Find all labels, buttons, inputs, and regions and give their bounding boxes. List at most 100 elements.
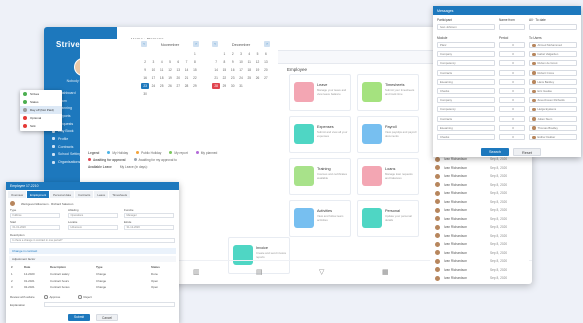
approve-radio[interactable]: Approve [44, 295, 60, 299]
calendar-day[interactable]: 8 [220, 59, 228, 65]
tile-timesheets[interactable]: Timesheets Submit your timesheets and tra… [357, 74, 419, 111]
module-select[interactable]: Checks [437, 88, 495, 94]
tile-training[interactable]: Training Courses and certificates availab… [289, 158, 351, 195]
tab-timesheets[interactable]: Timesheets [109, 191, 131, 198]
calendar-day[interactable]: 18 [245, 67, 253, 73]
calendar-day[interactable]: 21 [212, 75, 220, 81]
calendar-day[interactable]: 12 [253, 59, 261, 65]
calendar-day[interactable]: 7 [182, 59, 190, 65]
to-user-select[interactable]: Robert Cross [529, 69, 577, 76]
calendar-day[interactable]: 23 [229, 75, 237, 81]
calendar-day[interactable]: 27 [174, 83, 182, 89]
to-user-select[interactable]: Ahmed Mohammed [529, 42, 577, 48]
list-item[interactable]: Ivan Richardson Sep 8, 2020 [435, 198, 527, 206]
list-item[interactable]: Ivan Richardson Sep 8, 2020 [435, 223, 527, 231]
calendar-day[interactable]: 26 [253, 75, 261, 81]
to-user-select[interactable]: Eric Gaulse [529, 88, 577, 94]
module-select[interactable]: Competency [437, 106, 495, 113]
period-input[interactable]: 0 [499, 51, 525, 58]
sidebar-item-contracts[interactable]: Contracts [52, 143, 83, 151]
calendar-icon[interactable]: ▦ [382, 268, 389, 276]
tab-leave[interactable]: Leave [94, 191, 109, 198]
tile-activities[interactable]: Activities View and follow team activitie… [289, 200, 351, 237]
calendar-day[interactable]: 9 [141, 67, 149, 73]
calendar-day[interactable]: 28 [182, 83, 190, 89]
module-select[interactable]: ELearning [437, 78, 495, 85]
field-input[interactable]: Operations [68, 213, 118, 218]
list-item[interactable]: Ivan Richardson Sep 8, 2020 [435, 189, 527, 197]
name-from-input[interactable] [499, 24, 525, 30]
calendar-day[interactable]: 25 [245, 75, 253, 81]
status-option[interactable]: Sick [20, 122, 62, 130]
submit-button[interactable]: Submit [68, 314, 90, 321]
module-select[interactable]: Checks [437, 134, 495, 140]
cancel-button[interactable]: Cancel [96, 314, 118, 321]
tile-loans[interactable]: Loans Manage loan requests and balances [357, 158, 419, 195]
to-user-select[interactable]: Zevenhoven Richards [529, 97, 577, 104]
calendar-day[interactable]: 15 [191, 67, 199, 73]
calendar-day[interactable]: 19 [166, 75, 174, 81]
module-select[interactable]: ELearning [437, 124, 495, 131]
calendar-day[interactable]: 18 [158, 75, 166, 81]
calendar-day[interactable]: 16 [229, 67, 237, 73]
calendar-day[interactable]: 2 [229, 51, 237, 57]
period-input[interactable]: 0 [499, 69, 525, 76]
period-input[interactable]: 0 [499, 106, 525, 113]
calendar-day[interactable]: 13 [262, 59, 270, 65]
calendar-day[interactable]: 10 [237, 59, 245, 65]
calendar-day[interactable]: 27 [262, 75, 270, 81]
calendar-day[interactable]: 20 [174, 75, 182, 81]
to-user-select[interactable]: Esther Dekker [529, 134, 577, 140]
sidebar-item-organisations[interactable]: Organisations [52, 158, 83, 166]
calendar-day[interactable]: 24 [237, 75, 245, 81]
calendar-day[interactable]: 13 [174, 67, 182, 73]
calendar-day[interactable]: 19 [253, 67, 261, 73]
calendar-day[interactable]: 30 [141, 91, 149, 97]
list-item[interactable]: Ivan Richardson Sep 8, 2020 [435, 257, 527, 265]
next-month-icon[interactable]: › [192, 41, 199, 47]
period-input[interactable]: 0 [499, 60, 525, 67]
calendar-day[interactable]: 1 [220, 51, 228, 57]
calendar-day[interactable]: 29 [191, 83, 199, 89]
calendar-day[interactable]: 3 [237, 51, 245, 57]
calendar-day[interactable]: 15 [220, 67, 228, 73]
period-input[interactable]: 0 [499, 88, 525, 94]
calendar-day[interactable]: 31 [237, 83, 245, 89]
list-item[interactable]: Ivan Richardson Sep 8, 2020 [435, 232, 527, 240]
list-item[interactable]: Ivan Richardson Sep 8, 2020 [435, 181, 527, 189]
adjustment-section[interactable]: Adjustment factor [9, 256, 176, 262]
module-select[interactable]: Company [437, 51, 495, 58]
module-select[interactable]: Contracts [437, 69, 495, 76]
status-option[interactable]: Optional [20, 114, 62, 122]
to-user-select[interactable]: Hans Barkley [529, 78, 577, 85]
calendar-day[interactable]: 17 [237, 67, 245, 73]
field-input[interactable]: Manager [124, 213, 174, 218]
chart-icon[interactable]: ▥ [193, 268, 200, 276]
calendar-day[interactable]: 11 [158, 67, 166, 73]
to-user-select[interactable]: Isabel Valgarden [529, 51, 577, 58]
period-input[interactable]: 0 [499, 42, 525, 48]
sidebar-item-school-settings[interactable]: School Settings [52, 151, 83, 159]
approve-radio-circle[interactable] [44, 295, 48, 299]
module-select[interactable]: Contracts [437, 115, 495, 122]
field-input[interactable]: 01-01-2020 [10, 225, 60, 230]
calendar-day[interactable]: 4 [245, 51, 253, 57]
calendar-day[interactable]: 28 [212, 83, 221, 89]
prev-month-icon[interactable]: ‹ [212, 41, 218, 47]
status-option[interactable]: Status [20, 98, 62, 106]
status-option[interactable]: Day off (Not Paid) [20, 106, 62, 114]
name-to-input[interactable] [529, 24, 577, 30]
calendar-day[interactable]: 17 [149, 75, 157, 81]
change-contract-section[interactable]: Change in contract [9, 248, 176, 254]
calendar-day[interactable]: 7 [212, 59, 220, 65]
calendar-day[interactable]: 9 [229, 59, 237, 65]
calendar-day[interactable]: 11 [245, 59, 253, 65]
reset-button[interactable]: Reset [513, 148, 541, 156]
calendar-day[interactable]: 12 [166, 67, 174, 73]
to-user-select[interactable]: Helga Eyskens [529, 106, 577, 113]
list-item[interactable]: Ivan Richardson Sep 8, 2020 [435, 206, 527, 214]
calendar-day[interactable]: 5 [253, 51, 261, 57]
filter-icon[interactable]: ▽ [319, 268, 324, 276]
next-month-icon[interactable]: › [263, 41, 270, 47]
tab-overview[interactable]: Overview [8, 191, 27, 198]
